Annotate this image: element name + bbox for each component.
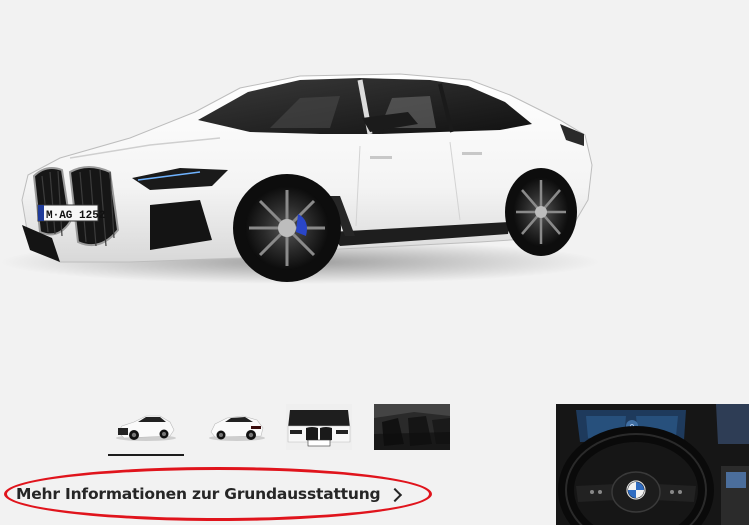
hero-image[interactable]: M·AG 1252 bbox=[0, 0, 749, 390]
thumbnail-exterior-rear-3q[interactable] bbox=[199, 404, 275, 450]
thumbnail-exterior-front-3q[interactable] bbox=[108, 404, 184, 450]
car-illustration: M·AG 1252 bbox=[0, 73, 600, 284]
license-plate: M·AG 1252 bbox=[46, 210, 105, 222]
more-info-link[interactable]: Mehr Informationen zur Grundausstattung bbox=[16, 485, 403, 503]
thumbnail-interior-seats[interactable] bbox=[374, 404, 450, 450]
more-info-label: Mehr Informationen zur Grundausstattung bbox=[16, 485, 381, 503]
thumbnail-exterior-front[interactable] bbox=[286, 404, 352, 450]
thumbnail-car-image bbox=[209, 415, 265, 441]
interior-preview-image[interactable]: 0 bbox=[556, 404, 749, 525]
chevron-right-icon bbox=[388, 487, 403, 502]
thumbnail-interior-image bbox=[374, 404, 450, 450]
thumbnail-car-image bbox=[116, 415, 176, 441]
page: M·AG 1252 Mehr Informationen zur Grundau… bbox=[0, 0, 749, 525]
thumbnail-car-image bbox=[286, 404, 352, 450]
active-thumbnail-indicator bbox=[108, 454, 184, 456]
steering-wheel-image: 0 bbox=[556, 404, 749, 525]
